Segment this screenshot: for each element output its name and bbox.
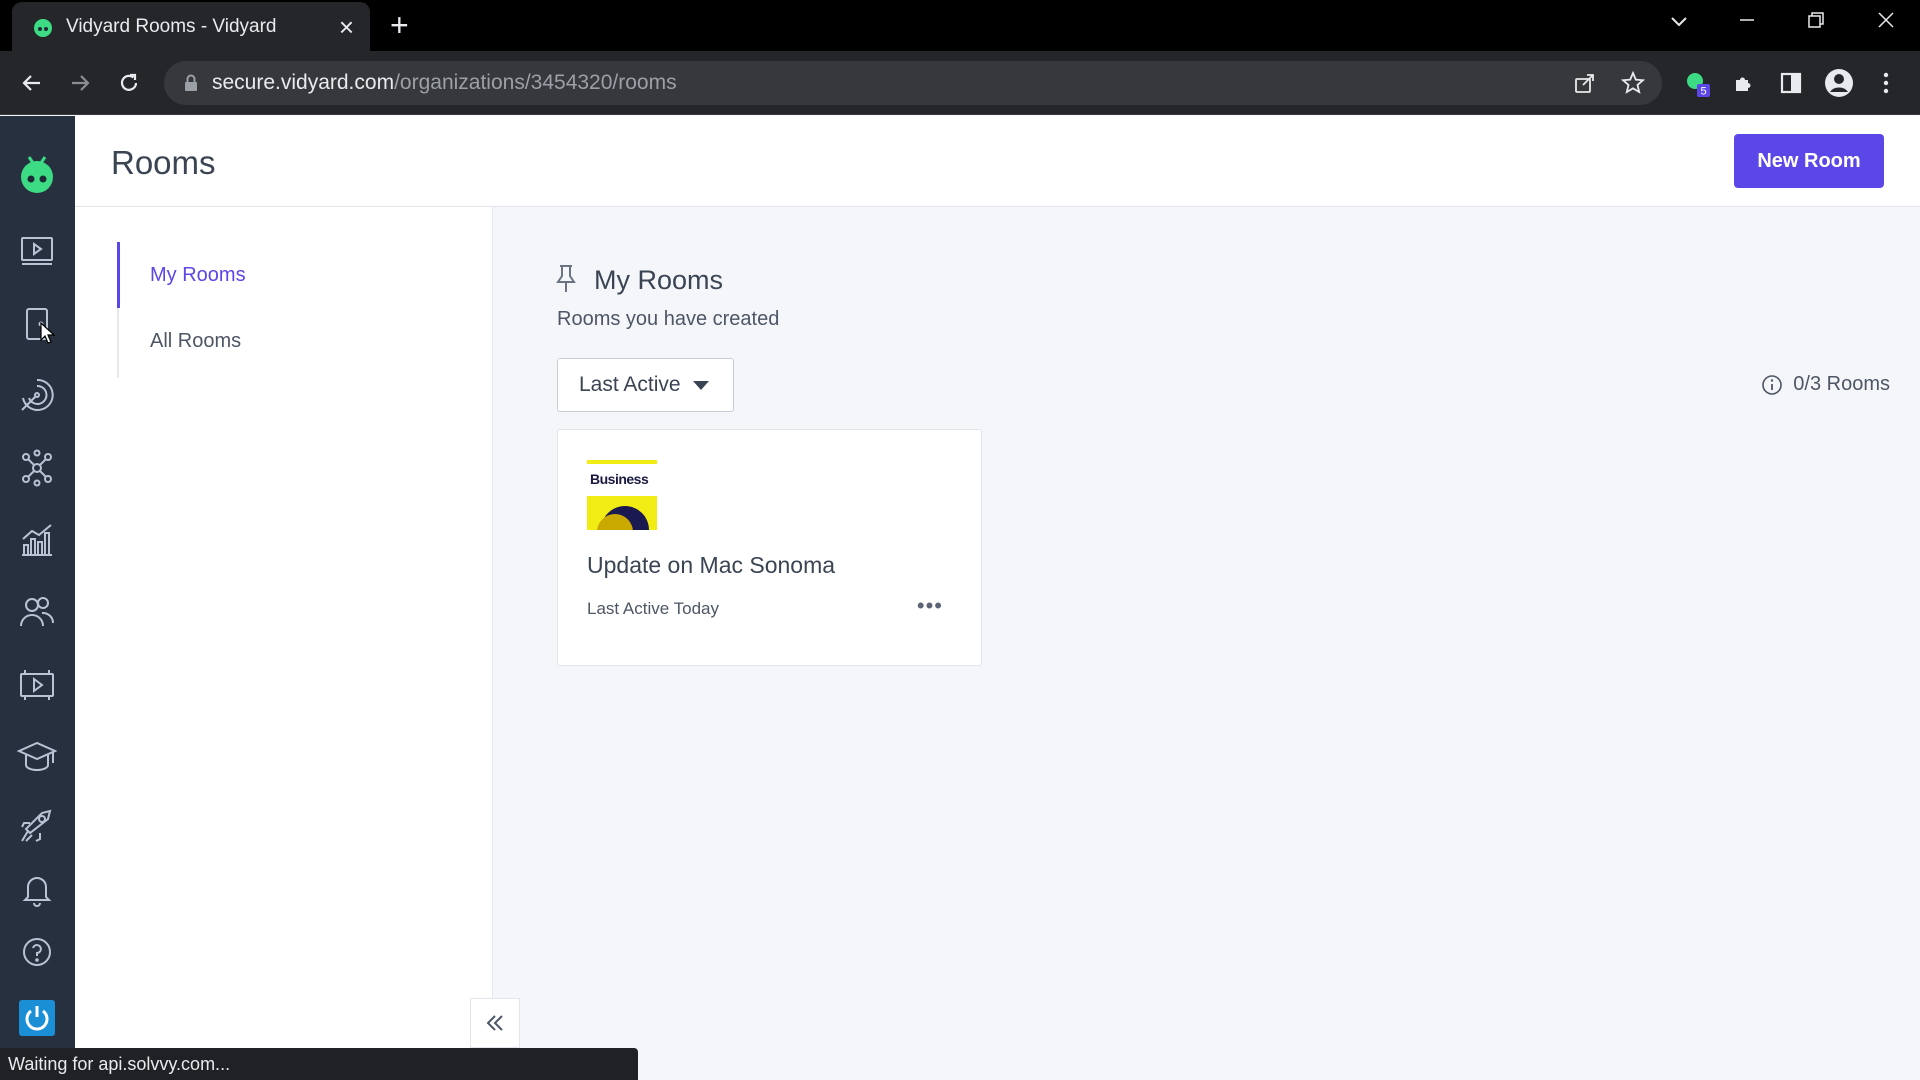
room-last-active: Last Active Today (587, 599, 719, 618)
sort-dropdown-label: Last Active (579, 373, 681, 396)
collapse-sidebar-button[interactable] (470, 998, 520, 1048)
app-side-rail (0, 116, 75, 1080)
extension-icon[interactable]: 5 (1679, 65, 1715, 101)
videos-icon[interactable] (15, 229, 59, 273)
close-window-icon[interactable] (1866, 6, 1906, 36)
help-icon[interactable] (15, 930, 59, 974)
tab-close-icon[interactable]: × (339, 14, 354, 40)
browser-toolbar: secure.vidyard.com/organizations/3454320… (0, 51, 1920, 115)
new-room-button[interactable]: New Room (1734, 134, 1884, 188)
subnav-track (117, 308, 119, 378)
academy-icon[interactable] (15, 734, 59, 778)
hubs-icon[interactable] (15, 663, 59, 707)
back-icon[interactable] (14, 65, 50, 101)
extensions-puzzle-icon[interactable] (1726, 65, 1762, 101)
subnav-item-all-rooms[interactable]: All Rooms (150, 330, 241, 353)
analytics-icon[interactable] (15, 518, 59, 562)
vidyard-favicon-icon (34, 18, 52, 37)
room-card[interactable]: Business Update on Mac Sonoma Last Activ… (557, 429, 982, 666)
tab-search-icon[interactable] (1659, 6, 1699, 36)
url-path: /organizations/3454320/rooms (394, 71, 677, 94)
profile-avatar-icon[interactable] (1821, 65, 1857, 101)
section-title: My Rooms (594, 265, 724, 295)
browser-status-bubble: Waiting for api.solvvy.com... (0, 1048, 638, 1080)
room-thumbnail: Business (587, 460, 657, 530)
double-chevron-left-icon (486, 1015, 503, 1031)
power-icon[interactable] (15, 996, 59, 1040)
room-quota-text: 0/3 Rooms (1793, 373, 1890, 395)
thumbnail-art-icon (587, 496, 657, 530)
reload-icon[interactable] (111, 65, 147, 101)
launch-icon[interactable] (15, 804, 59, 848)
active-indicator (117, 242, 120, 308)
integrations-icon[interactable] (15, 446, 59, 490)
forward-icon[interactable] (62, 65, 98, 101)
browser-menu-icon[interactable] (1868, 65, 1904, 101)
bookmark-star-icon[interactable] (1617, 67, 1649, 99)
app-header: Rooms New Room (75, 116, 1920, 207)
info-icon[interactable] (1761, 374, 1783, 396)
lock-icon (185, 74, 197, 91)
page-title: Rooms (111, 144, 216, 181)
restore-icon[interactable] (1796, 6, 1836, 36)
pin-icon (556, 265, 576, 292)
share-icon[interactable] (1569, 67, 1601, 99)
address-bar[interactable]: secure.vidyard.com/organizations/3454320… (164, 61, 1662, 105)
sort-dropdown[interactable]: Last Active (557, 358, 734, 412)
url-host: secure.vidyard.com (212, 71, 395, 94)
mouse-cursor-icon (40, 322, 56, 344)
side-panel-icon[interactable] (1773, 65, 1809, 101)
browser-tabstrip: Vidyard Rooms - Vidyard × + (0, 0, 1920, 51)
minimize-icon[interactable] (1727, 6, 1767, 36)
extension-badge: 5 (1700, 86, 1706, 98)
contacts-icon[interactable] (15, 590, 59, 634)
subnav-item-my-rooms[interactable]: My Rooms (150, 264, 246, 287)
rooms-subnav: My Rooms All Rooms (75, 207, 493, 1080)
section-subtitle: Rooms you have created (557, 308, 780, 330)
vidyard-logo-icon[interactable] (15, 151, 59, 195)
plus-icon[interactable]: + (390, 9, 409, 41)
prospecting-icon[interactable] (15, 373, 59, 417)
tab-title: Vidyard Rooms - Vidyard (66, 15, 277, 37)
room-quota: 0/3 Rooms (1761, 373, 1890, 396)
browser-tab[interactable]: Vidyard Rooms - Vidyard × (12, 2, 370, 51)
thumbnail-accent-line (587, 460, 657, 464)
more-options-icon[interactable]: ••• (917, 593, 943, 619)
room-title[interactable]: Update on Mac Sonoma (587, 552, 835, 579)
caret-down-icon (692, 380, 709, 390)
thumbnail-text: Business (590, 471, 649, 487)
notifications-icon[interactable] (15, 868, 59, 912)
